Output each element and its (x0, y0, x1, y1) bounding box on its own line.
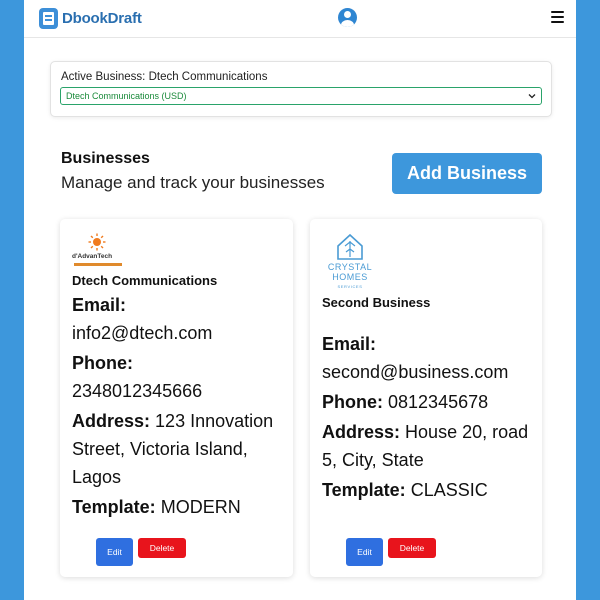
business-info: Email: info2@dtech.com Phone: 234801234566… (72, 291, 287, 523)
delete-button[interactable]: Delete (138, 538, 186, 558)
business-logo: d'AdvanTech (72, 233, 132, 269)
business-logo: CRYSTAL HOMES SERVICES (322, 232, 378, 290)
email-value: info2@dtech.com (72, 323, 213, 343)
active-business-panel: Active Business: Dtech Communications Dt… (50, 61, 552, 117)
address-label: Address: (322, 422, 401, 442)
business-name: Second Business (322, 295, 431, 310)
brand-name: DbookDraft (62, 10, 142, 27)
active-business-label: Active Business: Dtech Communications (61, 71, 268, 83)
business-select[interactable]: Dtech Communications (USD) (60, 87, 542, 105)
phone-label: Phone: (72, 353, 133, 373)
house-logo-icon (337, 233, 363, 260)
app-window: DbookDraft Active Business: Dtech Commun… (24, 0, 576, 600)
edit-button[interactable]: Edit (96, 538, 133, 566)
document-icon (39, 8, 58, 29)
email-value: second@business.com (322, 362, 509, 382)
email-label: Email: (72, 295, 127, 315)
sun-icon (88, 233, 106, 251)
business-name: Dtech Communications (72, 273, 218, 288)
phone-value: 0812345678 (388, 392, 489, 412)
business-card: d'AdvanTech Dtech Communications Email: i… (60, 219, 293, 577)
brand[interactable]: DbookDraft (39, 8, 142, 29)
logo-text: CRYSTAL HOMES (327, 262, 373, 282)
user-circle-icon[interactable] (338, 8, 357, 27)
address-label: Address: (72, 411, 151, 431)
chevron-down-icon (528, 94, 536, 99)
add-business-button[interactable]: Add Business (392, 153, 542, 194)
email-label: Email: (322, 334, 377, 354)
edit-button[interactable]: Edit (346, 538, 383, 566)
template-label: Template: (72, 497, 156, 517)
phone-value: 2348012345666 (72, 381, 203, 401)
delete-button[interactable]: Delete (388, 538, 436, 558)
template-label: Template: (322, 480, 406, 500)
section-subtitle: Manage and track your businesses (61, 173, 325, 192)
template-value: MODERN (160, 497, 241, 517)
section-title: Businesses (61, 150, 150, 167)
business-select-value: Dtech Communications (USD) (66, 91, 187, 101)
business-info: Email: second@business.com Phone: 0812345… (322, 330, 537, 506)
phone-label: Phone: (322, 392, 383, 412)
top-navbar: DbookDraft (24, 0, 576, 38)
logo-text: d'AdvanTech (72, 253, 113, 260)
logo-subtext: SERVICES (337, 284, 363, 289)
business-card: CRYSTAL HOMES SERVICES Second Business E… (310, 219, 542, 577)
hamburger-menu-icon[interactable] (551, 11, 564, 24)
template-value: CLASSIC (410, 480, 488, 500)
